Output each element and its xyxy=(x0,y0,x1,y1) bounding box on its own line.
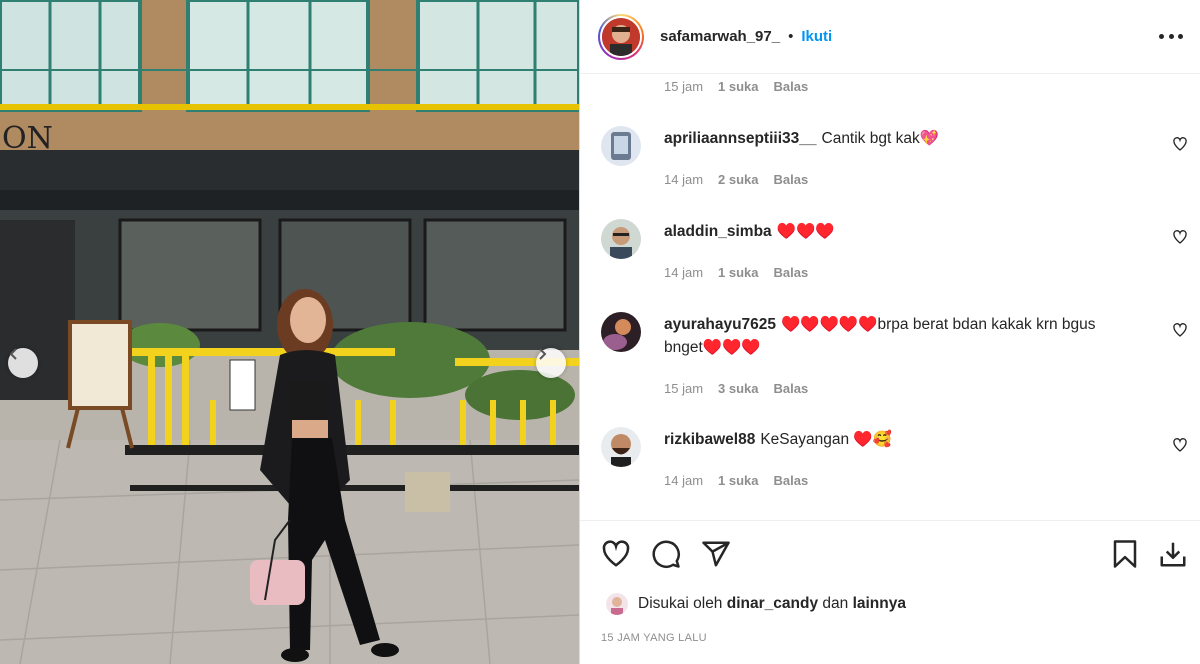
carousel-next-button[interactable] xyxy=(536,348,566,378)
commenter-username[interactable]: apriliaannseptiii33__ xyxy=(664,130,817,147)
comment-likes[interactable]: 1 suka xyxy=(718,265,758,280)
commenter-avatar[interactable] xyxy=(601,219,641,259)
comment-meta: 14 jam 2 suka Balas xyxy=(664,172,808,187)
liked-by-conj: dan xyxy=(822,595,849,612)
chevron-right-icon xyxy=(539,348,547,360)
bookmark-icon[interactable] xyxy=(1110,539,1140,569)
comment-body: KeSayangan ♥️🥰 xyxy=(760,431,893,448)
comment-meta: 15 jam 3 suka Balas xyxy=(664,381,808,396)
comment-time: 15 jam xyxy=(664,381,704,396)
comment-meta: 14 jam 1 suka Balas xyxy=(664,265,808,280)
liker-avatar[interactable] xyxy=(606,593,628,615)
commenter-avatar[interactable] xyxy=(601,427,641,467)
post-actions: Disukai oleh dinar_candy dan lainnya 15 … xyxy=(580,520,1200,664)
comment-likes[interactable]: 3 suka xyxy=(718,381,758,396)
author-username[interactable]: safamarwah_97_ xyxy=(660,28,780,45)
comment-icon[interactable] xyxy=(651,539,681,569)
comment-text: apriliaannseptiii33__ Cantik bgt kak💖 xyxy=(664,127,1134,150)
commenter-username[interactable]: ayurahayu7625 xyxy=(664,316,776,333)
download-icon[interactable] xyxy=(1158,539,1188,569)
comment-likes[interactable]: 2 suka xyxy=(718,172,758,187)
commenter-avatar-image xyxy=(601,219,641,259)
post-photo[interactable]: ON xyxy=(0,0,579,664)
chevron-left-icon xyxy=(9,348,17,360)
like-comment-icon[interactable] xyxy=(1172,437,1188,453)
comment-meta: 14 jam 1 suka Balas xyxy=(664,473,808,488)
comment-meta: 15 jam 1 suka Balas xyxy=(664,79,808,94)
follow-button[interactable]: Ikuti xyxy=(801,28,832,45)
liked-by-others[interactable]: lainnya xyxy=(853,595,906,613)
more-horizontal-icon xyxy=(1159,33,1164,39)
comment-body: ♥️♥️♥️ xyxy=(776,223,835,240)
comment-time: 14 jam xyxy=(664,172,704,187)
comment-time: 14 jam xyxy=(664,473,704,488)
comment-text: ayurahayu7625 ♥️♥️♥️♥️♥️brpa berat bdan k… xyxy=(664,313,1134,359)
comment-likes[interactable]: 1 suka xyxy=(718,473,758,488)
comments-list[interactable]: 15 jam 1 suka Balas apriliaannseptiii33_… xyxy=(580,75,1200,520)
share-icon[interactable] xyxy=(701,539,731,569)
post-header: safamarwah_97_ • Ikuti xyxy=(580,0,1200,74)
comment-body: Cantik bgt kak💖 xyxy=(821,130,940,147)
post-side-panel: safamarwah_97_ • Ikuti 15 jam 1 suka Bal… xyxy=(579,0,1200,664)
liker-avatar-image xyxy=(606,593,628,615)
commenter-avatar-image xyxy=(601,427,641,467)
liked-by-user[interactable]: dinar_candy xyxy=(727,595,818,613)
comment-time: 14 jam xyxy=(664,265,704,280)
comment-text: rizkibawel88 KeSayangan ♥️🥰 xyxy=(664,428,1134,451)
reply-button[interactable]: Balas xyxy=(774,172,809,187)
commenter-username[interactable]: rizkibawel88 xyxy=(664,431,755,448)
more-options-button[interactable] xyxy=(1159,26,1183,46)
header-separator: • xyxy=(788,28,794,45)
like-comment-icon[interactable] xyxy=(1172,322,1188,338)
commenter-avatar[interactable] xyxy=(601,312,641,352)
like-comment-icon[interactable] xyxy=(1172,229,1188,245)
commenter-avatar-image xyxy=(601,312,641,352)
carousel-prev-button[interactable] xyxy=(8,348,38,378)
commenter-avatar[interactable] xyxy=(601,126,641,166)
author-avatar-image xyxy=(602,17,640,56)
post-photo-illustration: ON xyxy=(0,0,579,664)
commenter-username[interactable]: aladdin_simba xyxy=(664,223,772,240)
comment-likes[interactable]: 1 suka xyxy=(718,79,758,94)
author-avatar[interactable] xyxy=(598,13,644,60)
liked-by-row: Disukai oleh dinar_candy dan lainnya xyxy=(606,593,906,615)
reply-button[interactable]: Balas xyxy=(774,265,809,280)
comment-time: 15 jam xyxy=(664,79,704,94)
like-comment-icon[interactable] xyxy=(1172,136,1188,152)
liked-by-prefix: Disukai oleh xyxy=(638,595,723,612)
reply-button[interactable]: Balas xyxy=(774,473,809,488)
reply-button[interactable]: Balas xyxy=(774,79,809,94)
heart-icon[interactable] xyxy=(601,539,631,569)
post-timestamp[interactable]: 15 JAM YANG LALU xyxy=(601,632,707,644)
reply-button[interactable]: Balas xyxy=(774,381,809,396)
comment-text: aladdin_simba ♥️♥️♥️ xyxy=(664,220,1134,243)
post-viewer: ON safamarwah_97_ • Ikuti 15 jam 1 suka … xyxy=(0,0,1200,664)
commenter-avatar-image xyxy=(601,126,641,166)
